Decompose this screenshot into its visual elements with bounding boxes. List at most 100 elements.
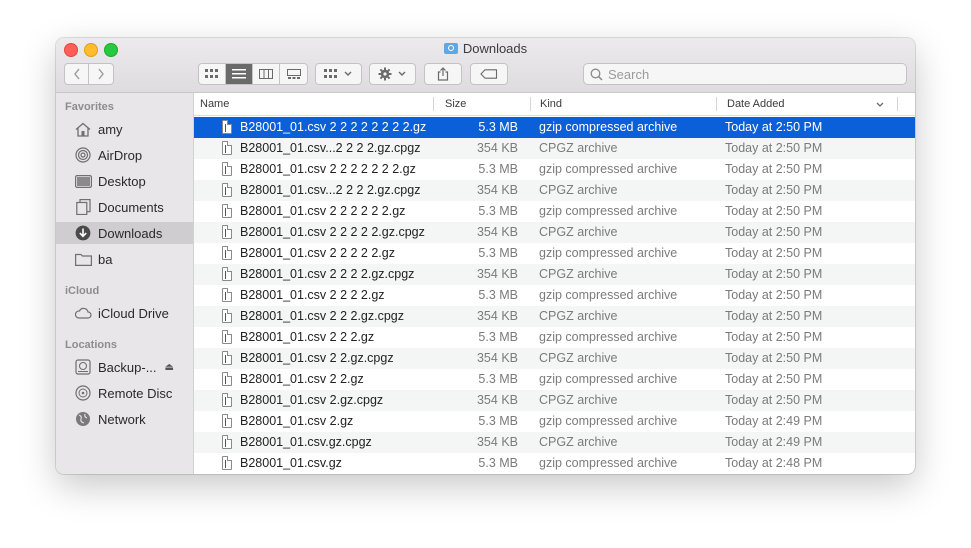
file-row[interactable]: B28001_01.csv.gz 5.3 MB gzip compressed ar… [194, 453, 915, 474]
file-row[interactable]: B28001_01.csv 2 2 2.gz 5.3 MB gzip compres… [194, 327, 915, 348]
file-name: B28001_01.csv 2.gz.cpgz [240, 393, 384, 407]
file-name: B28001_01.csv...2 2 2 2.gz.cpgz [240, 183, 421, 197]
file-row[interactable]: B28001_01.csv 2.gz.cpgz 354 KB CPGZ archiv… [194, 390, 915, 411]
document-icon [222, 414, 234, 429]
sidebar-item-ba[interactable]: ba [56, 248, 193, 270]
file-kind: gzip compressed archive [539, 120, 678, 134]
search-icon [590, 68, 603, 81]
action-button[interactable] [369, 63, 416, 85]
backup-drive-icon [74, 359, 92, 375]
file-date-added: Today at 2:50 PM [725, 183, 823, 197]
file-name: B28001_01.csv.gz [240, 456, 342, 470]
column-divider[interactable] [897, 97, 898, 111]
document-icon [222, 162, 234, 177]
file-row[interactable]: B28001_01.csv 2.gz 5.3 MB gzip compressed … [194, 411, 915, 432]
file-row[interactable]: B28001_01.csv...2 2 2 2.gz.cpgz 354 KB CPG… [194, 138, 915, 159]
column-header-kind[interactable]: Kind [534, 93, 714, 115]
file-row[interactable]: B28001_01.csv.gz.cpgz 354 KB CPGZ archive T… [194, 432, 915, 453]
file-date-added: Today at 2:50 PM [725, 120, 823, 134]
sidebar-item-amy[interactable]: amy [56, 118, 193, 140]
file-row[interactable]: B28001_01.csv 2 2 2 2 2.gz.cpgz 354 KB CPG… [194, 222, 915, 243]
file-list: B28001_01.csv 2 2 2 2 2 2 2 2.gz 5.3 MB gz… [194, 117, 915, 474]
file-size: 5.3 MB [478, 456, 518, 470]
sidebar-item-remote-disc[interactable]: Remote Disc [56, 382, 193, 404]
sidebar-item-downloads[interactable]: Downloads [56, 222, 193, 244]
airdrop-icon [74, 147, 92, 163]
file-row[interactable]: B28001_01.csv 2 2.gz 5.3 MB gzip compresse… [194, 369, 915, 390]
list-view-button[interactable] [226, 64, 253, 84]
chevron-right-icon [98, 68, 104, 80]
file-row[interactable]: B28001_01.csv 2 2 2 2 2 2.gz 5.3 MB gzip c… [194, 201, 915, 222]
sidebar-item-label: amy [98, 121, 123, 137]
file-name: B28001_01.csv 2 2 2 2 2 2 2.gz [240, 162, 416, 176]
file-date-added: Today at 2:50 PM [725, 225, 823, 239]
file-name: B28001_01.csv 2 2 2 2 2.gz.cpgz [240, 225, 425, 239]
search-field[interactable]: Search [583, 63, 907, 85]
column-divider[interactable] [433, 97, 434, 111]
view-mode-group [198, 63, 308, 85]
globe-icon [74, 411, 92, 427]
group-by-button[interactable] [315, 63, 362, 85]
document-icon [222, 183, 234, 198]
file-size: 354 KB [476, 225, 518, 239]
sidebar-item-label: ba [98, 251, 113, 267]
file-size: 5.3 MB [478, 204, 518, 218]
file-row[interactable]: B28001_01.csv 2 2 2 2 2.gz 5.3 MB gzip com… [194, 243, 915, 264]
file-row[interactable]: B28001_01.csv 2 2.gz.cpgz 354 KB CPGZ arch… [194, 348, 915, 369]
document-icon [222, 372, 234, 387]
document-icon [222, 288, 234, 303]
file-kind: gzip compressed archive [539, 372, 678, 386]
sidebar-item-documents[interactable]: Documents [56, 196, 193, 218]
sidebar-item-desktop[interactable]: Desktop [56, 170, 193, 192]
sidebar-item-label: Documents [98, 199, 164, 215]
file-size: 5.3 MB [478, 288, 518, 302]
file-name: B28001_01.csv 2 2 2.gz [240, 330, 375, 344]
document-icon [222, 330, 234, 345]
column-view-button[interactable] [253, 64, 280, 84]
sidebar-item-airdrop[interactable]: AirDrop [56, 144, 193, 166]
document-icon [222, 267, 234, 282]
file-size: 5.3 MB [478, 162, 518, 176]
forward-button[interactable] [89, 64, 113, 84]
tag-icon [480, 69, 498, 79]
columns-icon [259, 69, 273, 79]
file-name: B28001_01.csv.gz.cpgz [240, 435, 372, 449]
gallery-view-button[interactable] [280, 64, 307, 84]
file-size: 5.3 MB [478, 330, 518, 344]
sidebar-section-locations: Locations [65, 339, 117, 351]
column-header-size[interactable]: Size [439, 93, 529, 115]
file-row[interactable]: B28001_01.csv 2 2 2 2.gz.cpgz 354 KB CPGZ … [194, 264, 915, 285]
eject-icon[interactable]: ⏏ [165, 362, 174, 373]
file-size: 5.3 MB [478, 120, 518, 134]
sidebar-item-network[interactable]: Network [56, 408, 193, 430]
file-row[interactable]: B28001_01.csv 2 2 2 2 2 2 2 2.gz 5.3 MB gz… [194, 117, 915, 138]
file-kind: gzip compressed archive [539, 204, 678, 218]
document-icon [222, 204, 234, 219]
file-name: B28001_01.csv 2 2 2 2.gz.cpgz [240, 267, 415, 281]
file-kind: gzip compressed archive [539, 162, 678, 176]
file-date-added: Today at 2:50 PM [725, 330, 823, 344]
tags-button[interactable] [470, 63, 508, 85]
document-icon [222, 141, 234, 156]
sidebar-item-backup[interactable]: Backup-... ⏏ [56, 356, 193, 378]
file-row[interactable]: B28001_01.csv 2 2 2.gz.cpgz 354 KB CPGZ ar… [194, 306, 915, 327]
file-row[interactable]: B28001_01.csv 2 2 2 2.gz 5.3 MB gzip compr… [194, 285, 915, 306]
sidebar-item-label: Remote Disc [98, 385, 173, 401]
file-date-added: Today at 2:50 PM [725, 351, 823, 365]
sidebar-item-icloud-drive[interactable]: iCloud Drive [56, 302, 193, 324]
share-button[interactable] [424, 63, 462, 85]
icon-view-button[interactable] [199, 64, 226, 84]
column-header-name[interactable]: Name [194, 93, 433, 115]
window-title-label: Downloads [462, 41, 528, 56]
column-header-date-added-label: Date Added [727, 98, 785, 110]
file-kind: gzip compressed archive [539, 288, 678, 302]
document-icon [222, 309, 234, 324]
file-row[interactable]: B28001_01.csv...2 2 2 2.gz.cpgz 354 KB CPG… [194, 180, 915, 201]
file-kind: gzip compressed archive [539, 456, 678, 470]
file-row[interactable]: B28001_01.csv 2 2 2 2 2 2 2.gz 5.3 MB gzip… [194, 159, 915, 180]
column-header-date-added[interactable]: Date Added [721, 93, 891, 115]
column-divider[interactable] [530, 97, 531, 111]
sidebar-section-favorites: Favorites [65, 101, 114, 113]
column-divider[interactable] [716, 97, 717, 111]
back-button[interactable] [65, 64, 90, 84]
